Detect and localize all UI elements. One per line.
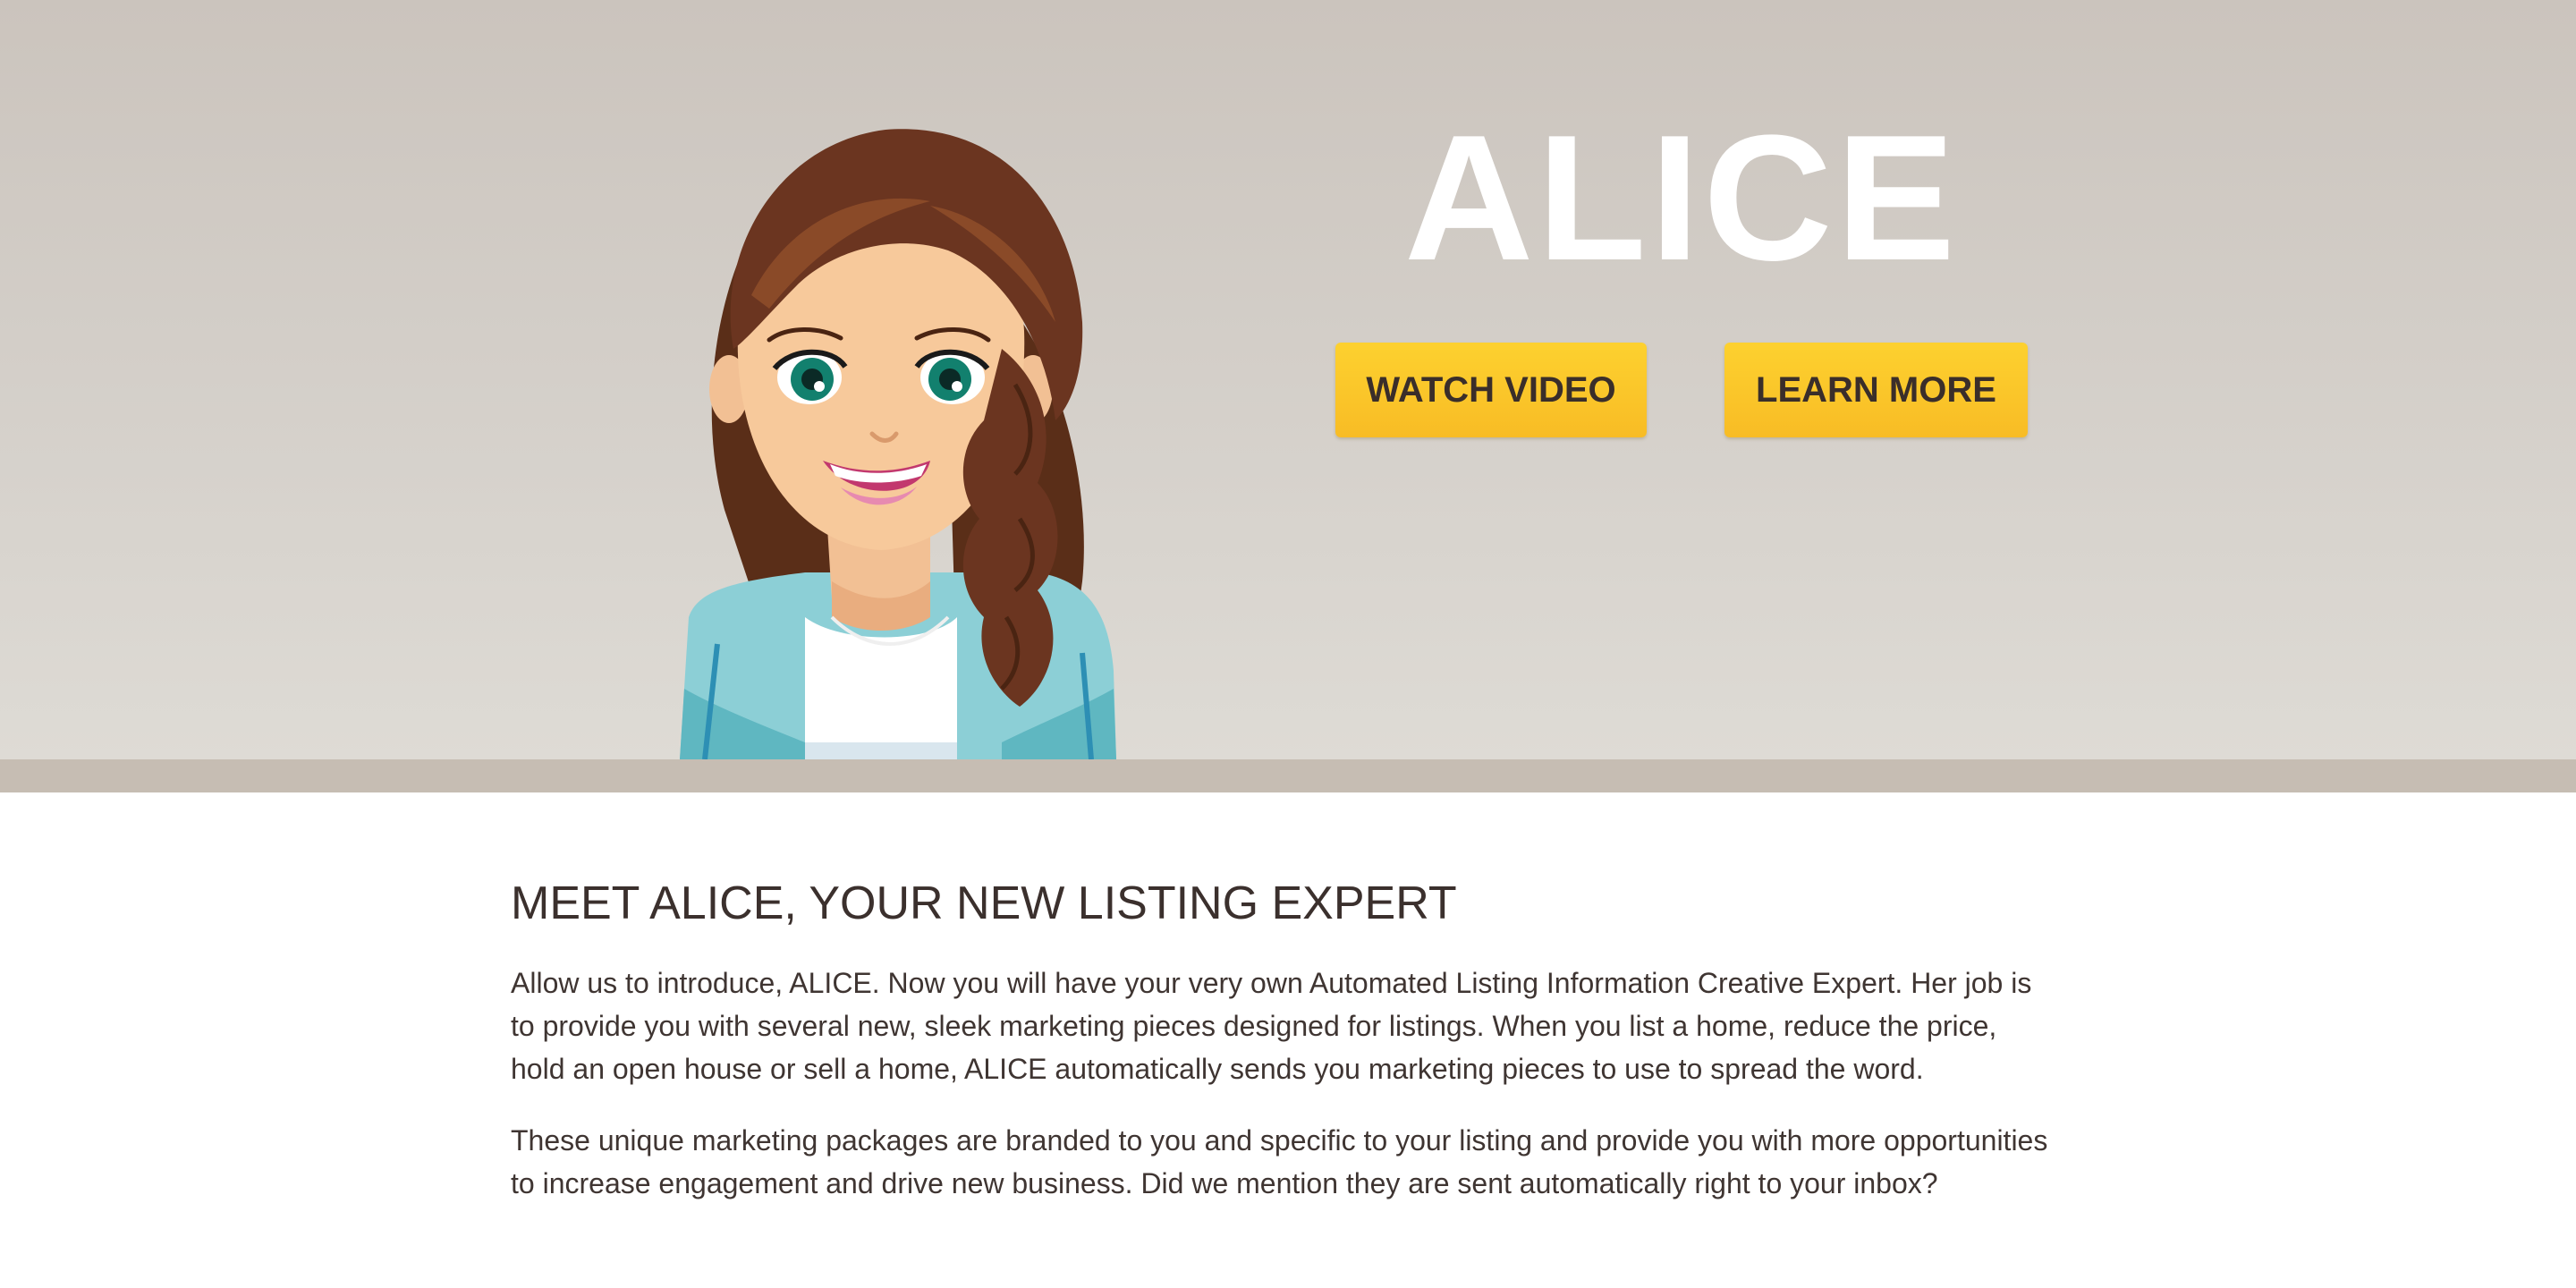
intro-section: MEET ALICE, YOUR NEW LISTING EXPERT Allo… — [511, 872, 2049, 1233]
hero-divider — [0, 759, 2576, 792]
section-heading: MEET ALICE, YOUR NEW LISTING EXPERT — [511, 877, 1457, 929]
hero-title: ALICE — [1404, 98, 1959, 298]
alice-avatar-illustration — [680, 129, 1116, 759]
hero-banner: ALICE WATCH VIDEO LEARN MORE — [0, 0, 2576, 759]
learn-more-button[interactable]: LEARN MORE — [1724, 343, 2028, 437]
intro-paragraph: Allow us to introduce, ALICE. Now you wi… — [511, 967, 2032, 1085]
watch-video-button[interactable]: WATCH VIDEO — [1335, 343, 1647, 437]
benefits-paragraph: These unique marketing packages are bran… — [511, 1124, 2048, 1199]
